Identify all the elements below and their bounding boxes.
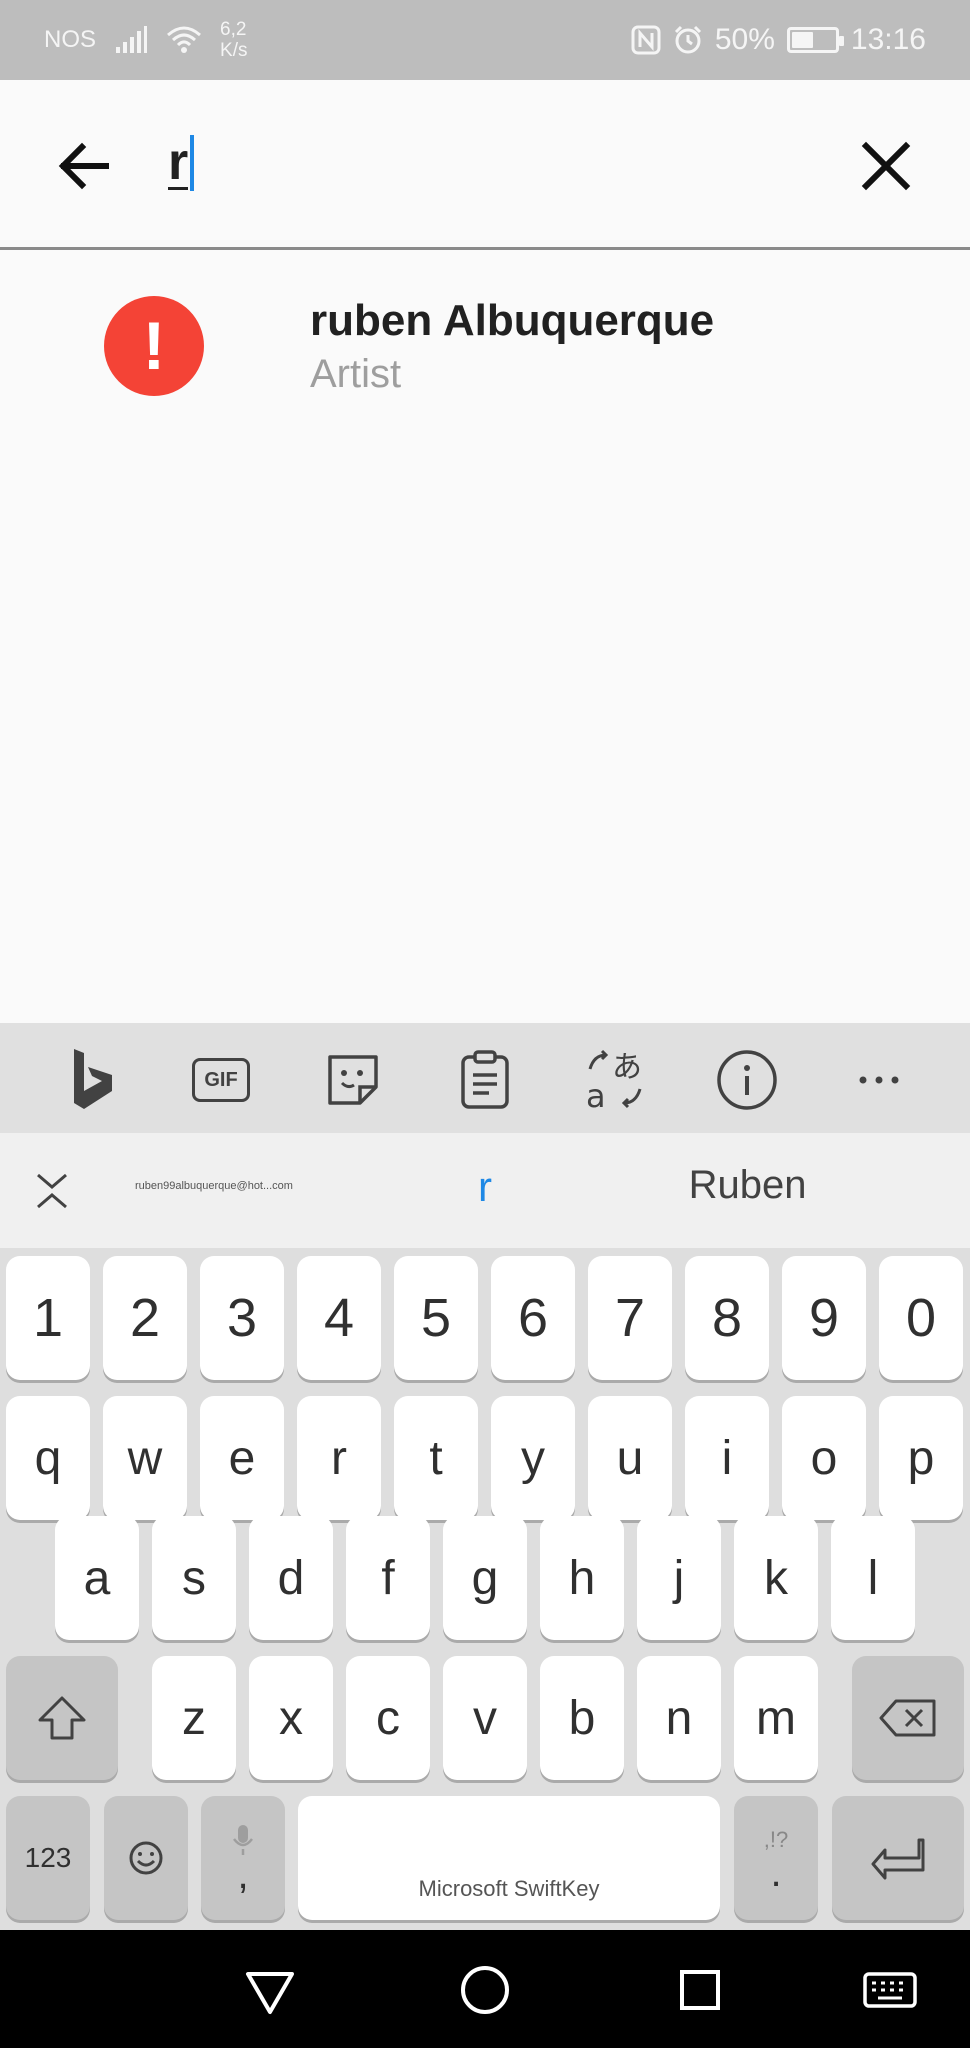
emoji-key[interactable] (104, 1796, 188, 1920)
wifi-icon (167, 26, 202, 53)
result-title: ruben Albuquerque (310, 296, 715, 345)
letter-key-d[interactable]: d (249, 1516, 333, 1640)
enter-key[interactable] (832, 1796, 964, 1920)
enter-icon (871, 1838, 925, 1880)
space-key[interactable]: Microsoft SwiftKey (298, 1796, 720, 1920)
alarm-icon (674, 25, 701, 54)
backspace-key[interactable] (852, 1656, 964, 1780)
speed-value: 6,2 (220, 19, 247, 40)
keyboard-nav-icon[interactable] (862, 1962, 918, 2018)
number-key-4[interactable]: 4 (297, 1256, 381, 1380)
svg-text:a: a (586, 1077, 606, 1111)
letter-key-o[interactable]: o (782, 1396, 866, 1520)
home-nav-icon[interactable] (457, 1962, 513, 2018)
alert-icon: ! (104, 296, 204, 396)
shift-icon (38, 1696, 86, 1740)
number-key-9[interactable]: 9 (782, 1256, 866, 1380)
backspace-icon (879, 1699, 936, 1737)
network-speed: 6,2 K/s (220, 19, 247, 61)
more-icon[interactable] (846, 1047, 912, 1113)
letter-key-u[interactable]: u (588, 1396, 672, 1520)
status-bar: NOS 6,2 K/s 50% 13:16 (0, 0, 970, 80)
info-icon[interactable] (714, 1047, 780, 1113)
letter-key-z[interactable]: z (152, 1656, 236, 1780)
search-header: r (0, 80, 970, 250)
keyboard-keys: 123 , Microsoft SwiftKey ,!? . 123 4 5 6… (0, 1248, 970, 1930)
bing-icon[interactable] (60, 1047, 126, 1113)
close-icon[interactable] (854, 134, 918, 198)
suggestion-current[interactable]: r (470, 1163, 500, 1211)
search-input[interactable]: r (168, 128, 195, 198)
numbers-key[interactable]: 123 (6, 1796, 90, 1920)
letter-key-e[interactable]: e (200, 1396, 284, 1520)
letter-key-x[interactable]: x (249, 1656, 333, 1780)
letter-key-f[interactable]: f (346, 1516, 430, 1640)
svg-text:あ: あ (612, 1050, 642, 1085)
collapse-icon[interactable] (30, 1169, 74, 1213)
carrier-label: NOS (44, 26, 97, 53)
letter-key-y[interactable]: y (491, 1396, 575, 1520)
battery-icon (786, 27, 844, 53)
letter-key-c[interactable]: c (346, 1656, 430, 1780)
suggestion-email[interactable]: ruben99albuquerque@hot...com (135, 1180, 293, 1192)
letter-key-v[interactable]: v (443, 1656, 527, 1780)
gif-icon[interactable]: GIF (188, 1047, 254, 1113)
letter-key-q[interactable]: q (6, 1396, 90, 1520)
recents-nav-icon[interactable] (672, 1962, 728, 2018)
letter-key-r[interactable]: r (297, 1396, 381, 1520)
clipboard-icon[interactable] (452, 1047, 518, 1113)
letter-key-t[interactable]: t (394, 1396, 478, 1520)
sticker-icon[interactable] (320, 1047, 386, 1113)
result-subtitle: Artist (310, 352, 402, 396)
emoji-icon (129, 1841, 163, 1875)
result-item[interactable]: ! ruben Albuquerque Artist (0, 260, 970, 430)
navigation-bar (0, 1930, 970, 2048)
letter-key-b[interactable]: b (540, 1656, 624, 1780)
number-key-8[interactable]: 8 (685, 1256, 769, 1380)
number-key-2[interactable]: 2 (103, 1256, 187, 1380)
period-label: . (770, 1851, 782, 1895)
battery-percent: 50% (714, 23, 775, 56)
number-key-1[interactable]: 1 (6, 1256, 90, 1380)
letter-key-j[interactable]: j (637, 1516, 721, 1640)
keyboard-toolbar: GIF あ a (0, 1023, 970, 1133)
speed-unit: K/s (220, 40, 248, 61)
letter-key-p[interactable]: p (879, 1396, 963, 1520)
back-arrow-icon[interactable] (52, 134, 116, 198)
microphone-icon (233, 1825, 253, 1855)
nfc-icon (631, 25, 661, 55)
shift-key[interactable] (6, 1656, 118, 1780)
number-key-6[interactable]: 6 (491, 1256, 575, 1380)
comma-key[interactable]: , (201, 1796, 285, 1920)
back-nav-icon[interactable] (242, 1962, 298, 2018)
letter-key-s[interactable]: s (152, 1516, 236, 1640)
status-left: NOS 6,2 K/s (44, 0, 247, 80)
number-key-0[interactable]: 0 (879, 1256, 963, 1380)
signal-icon (116, 26, 148, 53)
letter-key-h[interactable]: h (540, 1516, 624, 1640)
gif-label: GIF (192, 1058, 250, 1102)
text-caret (190, 135, 195, 191)
clock: 13:16 (850, 23, 926, 56)
letter-key-i[interactable]: i (685, 1396, 769, 1520)
letter-key-l[interactable]: l (831, 1516, 915, 1640)
suggestion-bar: ruben99albuquerque@hot...com r Ruben (0, 1133, 970, 1248)
status-right: 50% 13:16 (631, 0, 926, 80)
letter-key-k[interactable]: k (734, 1516, 818, 1640)
letter-key-m[interactable]: m (734, 1656, 818, 1780)
number-key-5[interactable]: 5 (394, 1256, 478, 1380)
search-query: r (168, 132, 189, 191)
comma-label: , (237, 1853, 249, 1897)
translate-icon[interactable]: あ a (582, 1047, 648, 1113)
suggestion-word[interactable]: Ruben (620, 1163, 875, 1208)
period-key[interactable]: ,!? . (734, 1796, 818, 1920)
letter-key-a[interactable]: a (55, 1516, 139, 1640)
letter-key-n[interactable]: n (637, 1656, 721, 1780)
letter-key-w[interactable]: w (103, 1396, 187, 1520)
number-key-3[interactable]: 3 (200, 1256, 284, 1380)
number-key-7[interactable]: 7 (588, 1256, 672, 1380)
letter-key-g[interactable]: g (443, 1516, 527, 1640)
